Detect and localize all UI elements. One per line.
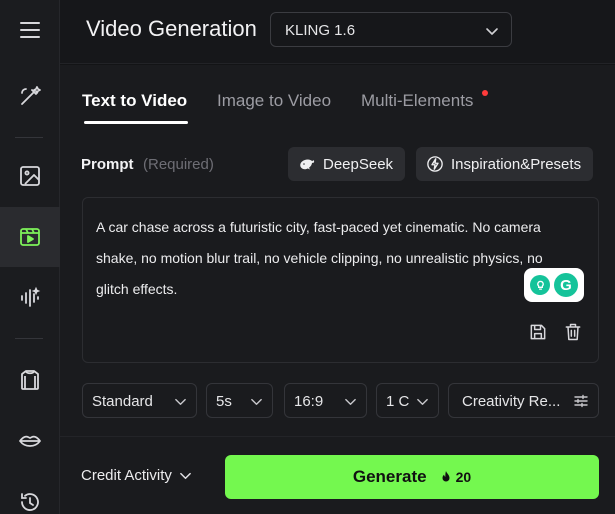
credit-cost: 20 [455, 469, 472, 485]
new-badge-dot [482, 90, 488, 96]
creativity-settings-button[interactable]: Creativity Re... [448, 383, 599, 418]
page-title: Video Generation [86, 16, 257, 41]
chevron-down-icon [486, 28, 498, 35]
model-select-value: KLING 1.6 [285, 22, 356, 39]
credit-activity-label: Credit Activity [81, 467, 172, 484]
grammarly-widget[interactable]: G [524, 268, 584, 302]
mode-select[interactable]: Standard [82, 383, 197, 418]
deepseek-button[interactable]: DeepSeek [288, 147, 406, 181]
mode-value: Standard [92, 393, 153, 410]
rail-divider [15, 137, 43, 138]
chevron-down-icon [175, 398, 186, 405]
sliders-icon [574, 394, 588, 408]
creativity-label: Creativity Re... [462, 393, 561, 410]
footer-divider [60, 436, 615, 437]
header: Video Generation KLING 1.6 [60, 0, 615, 64]
credit-activity-dropdown[interactable]: Credit Activity [81, 467, 192, 484]
inspiration-label: Inspiration&Presets [451, 155, 582, 173]
magic-wand-icon[interactable] [0, 66, 60, 126]
audio-wave-icon[interactable] [0, 268, 60, 328]
active-tab-indicator [84, 121, 188, 124]
trash-icon[interactable] [563, 322, 583, 342]
save-icon[interactable] [528, 322, 548, 342]
menu-icon[interactable] [0, 0, 60, 60]
lightbulb-icon[interactable] [530, 275, 550, 295]
inspiration-presets-button[interactable]: Inspiration&Presets [416, 147, 594, 181]
tab-image-to-video[interactable]: Image to Video [217, 91, 331, 111]
prompt-required-hint: (Required) [143, 156, 214, 173]
history-icon[interactable] [0, 472, 60, 514]
prompt-text: A car chase across a futuristic city, fa… [96, 219, 543, 297]
aspect-ratio-select[interactable]: 16:9 [284, 383, 367, 418]
model-select[interactable]: KLING 1.6 [270, 12, 512, 47]
lips-icon[interactable] [0, 411, 60, 471]
grammarly-logo-icon[interactable]: G [554, 273, 578, 297]
chevron-down-icon [251, 398, 262, 405]
generation-panel: Text to Video Image to Video Multi-Eleme… [60, 65, 615, 514]
shirt-icon[interactable] [0, 350, 60, 410]
aspect-value: 16:9 [294, 393, 324, 410]
image-icon[interactable] [0, 146, 60, 206]
chevron-down-icon [179, 472, 191, 480]
output-count-select[interactable]: 1 C [376, 383, 439, 418]
chevron-down-icon [417, 398, 428, 405]
flame-icon [442, 471, 450, 482]
duration-select[interactable]: 5s [206, 383, 273, 418]
tab-text-to-video[interactable]: Text to Video [82, 91, 187, 111]
duration-value: 5s [216, 393, 232, 410]
deepseek-label: DeepSeek [323, 155, 394, 173]
count-value: 1 C [386, 393, 410, 410]
tab-multi-elements[interactable]: Multi-Elements [361, 91, 473, 111]
main-area: Video Generation KLING 1.6 Text to Video… [60, 0, 615, 514]
generate-button[interactable]: Generate 20 [225, 455, 599, 499]
prompt-label: Prompt [81, 156, 134, 173]
rail-divider [15, 338, 43, 339]
chevron-down-icon [345, 398, 356, 405]
video-icon[interactable] [0, 207, 60, 267]
lightning-icon [427, 156, 443, 172]
prompt-textarea[interactable]: A car chase across a futuristic city, fa… [82, 197, 599, 363]
left-rail [0, 0, 60, 514]
whale-icon [300, 159, 315, 170]
generate-label: Generate [352, 467, 427, 486]
